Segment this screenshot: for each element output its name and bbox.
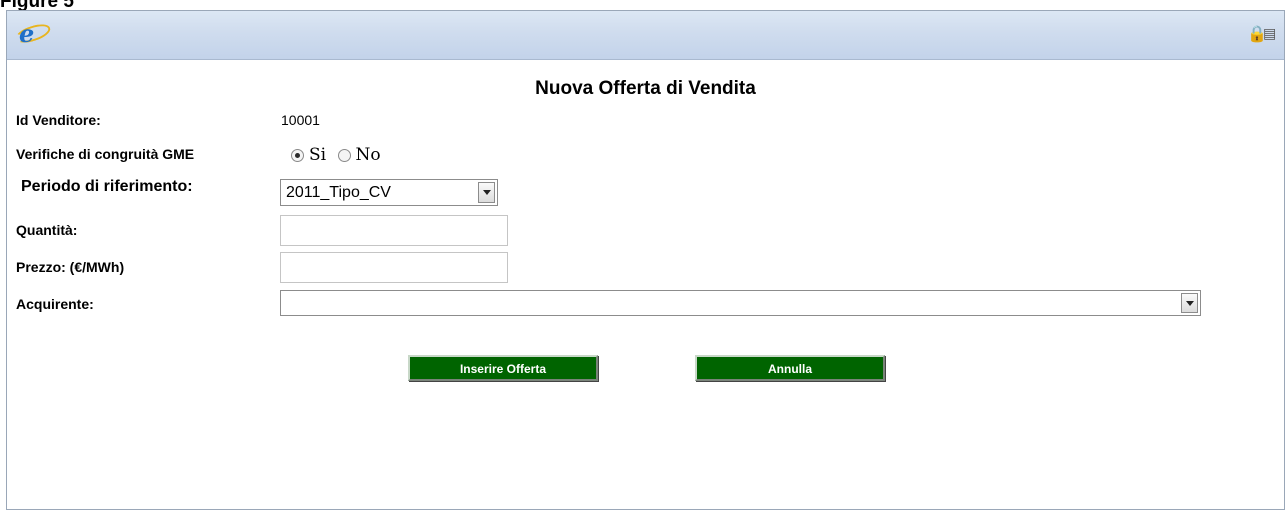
annulla-button[interactable]: Annulla bbox=[695, 355, 885, 381]
periodo-label: Periodo di riferimento: bbox=[21, 178, 193, 195]
prezzo-input[interactable] bbox=[280, 252, 508, 283]
browser-window: e 🔒 ▤ Nuova Offerta di Vendita Id Vendit… bbox=[6, 10, 1285, 510]
radio-no-button[interactable] bbox=[337, 148, 351, 162]
quantita-input[interactable] bbox=[280, 215, 508, 246]
radio-si-label: Si bbox=[309, 145, 327, 165]
prezzo-label: Prezzo: (€/MWh) bbox=[16, 259, 125, 275]
periodo-select[interactable]: 2011_Tipo_CV bbox=[280, 179, 498, 206]
radio-si-button[interactable] bbox=[291, 148, 304, 162]
verifiche-radio-group: Si No bbox=[291, 145, 387, 167]
radio-no-label: No bbox=[355, 145, 381, 165]
periodo-selected-value: 2011_Tipo_CV bbox=[286, 184, 391, 201]
acquirente-select[interactable] bbox=[280, 290, 1201, 316]
inserire-offerta-button[interactable]: Inserire Offerta bbox=[408, 355, 598, 381]
chevron-down-icon[interactable] bbox=[478, 182, 495, 203]
acquirente-label: Acquirente: bbox=[16, 296, 94, 312]
id-venditore-label: Id Venditore: bbox=[16, 112, 101, 128]
page-title: Nuova Offerta di Vendita bbox=[535, 78, 756, 99]
chevron-down-icon[interactable] bbox=[1181, 293, 1198, 313]
radio-no[interactable]: No bbox=[337, 145, 381, 165]
verifiche-label: Verifiche di congruità GME bbox=[16, 146, 195, 162]
window-titlebar: e 🔒 ▤ bbox=[7, 11, 1284, 60]
radio-si[interactable]: Si bbox=[291, 145, 326, 165]
form-area: Nuova Offerta di Vendita Id Venditore: 1… bbox=[7, 60, 1284, 509]
quantita-label: Quantità: bbox=[16, 222, 78, 238]
page-icon: ▤ bbox=[1263, 25, 1277, 41]
id-venditore-value: 10001 bbox=[281, 112, 320, 128]
